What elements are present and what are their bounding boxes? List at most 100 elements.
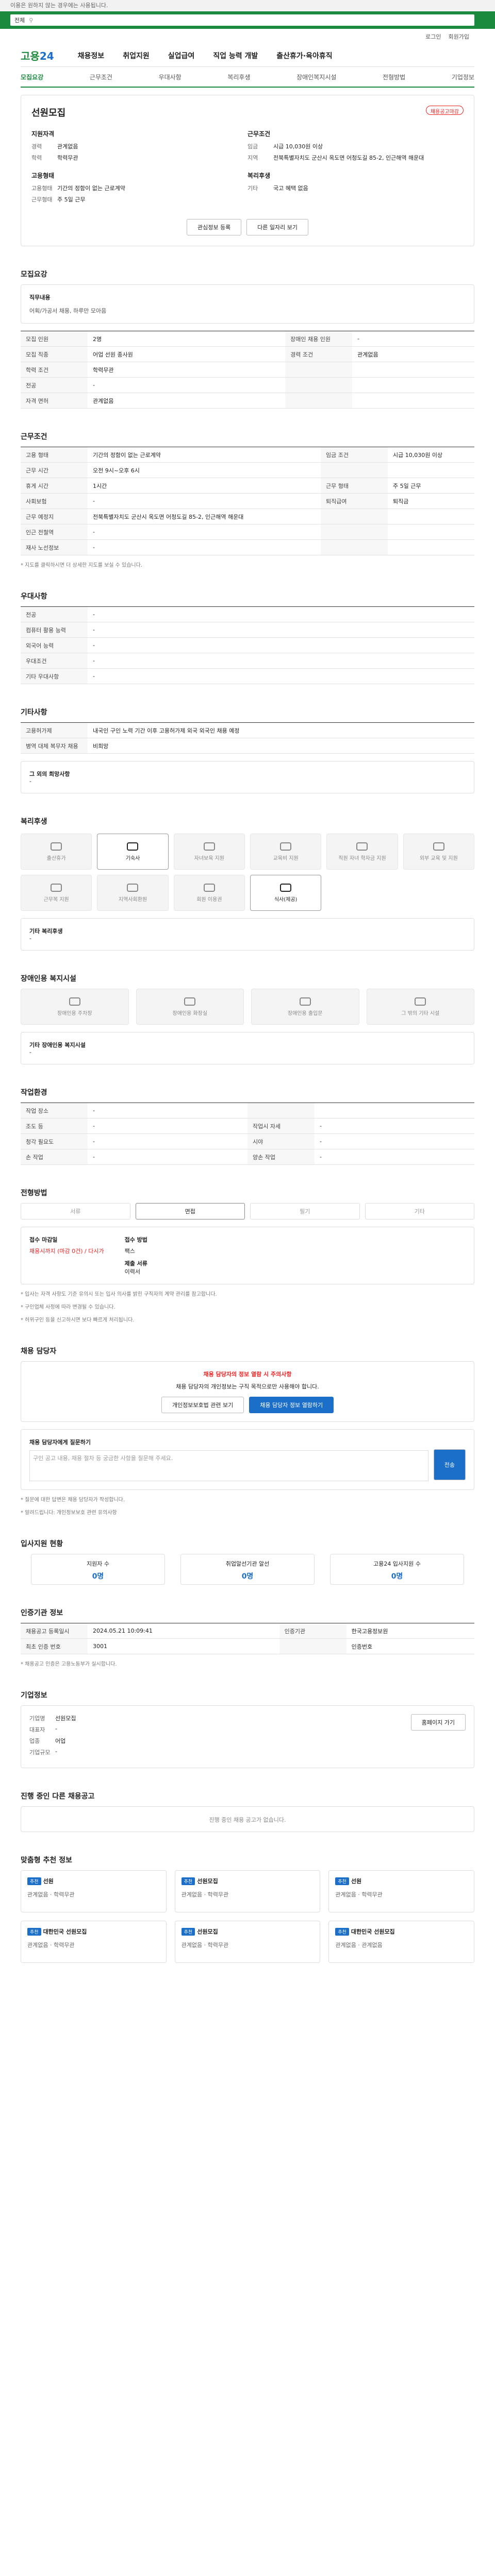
- row-value: 어업 선원 종사원: [88, 346, 286, 362]
- row-value: 비희망: [88, 738, 474, 754]
- welfare-extra: 기타 복리후생 -: [21, 918, 474, 951]
- row-value: -: [55, 1748, 57, 1755]
- welfare-icon: [51, 842, 62, 851]
- row-label: 경력 조건: [285, 346, 353, 362]
- process-step: 면접: [135, 1203, 245, 1219]
- recommend-card[interactable]: 추천 대한민국 선원모집 관계없음 · 관계없음: [328, 1921, 474, 1963]
- nav-jobs[interactable]: 채용정보: [78, 50, 105, 61]
- nav-support[interactable]: 취업지원: [123, 50, 150, 61]
- table-row: 학력 조건 학력무관: [21, 362, 474, 378]
- row-label: 사회보험: [21, 493, 88, 509]
- recommend-exp: 관계없음: [335, 1942, 356, 1948]
- row-label: [320, 539, 388, 555]
- recommend-card[interactable]: 추천 선원 관계없음 · 학력무관: [21, 1870, 167, 1912]
- login-link[interactable]: 로그인: [425, 32, 441, 41]
- table-row: 근무 예정지 전북특별자치도 군산시 옥도면 어청도길 85-2, 인근해역 해운…: [21, 509, 474, 524]
- tab-welfare[interactable]: 복리후생: [227, 73, 250, 81]
- row-label: 휴게 시간: [21, 478, 88, 494]
- tab-recruit[interactable]: 모집요강: [21, 73, 43, 81]
- tab-process[interactable]: 전형방법: [383, 73, 405, 81]
- recommend-title: 선원: [43, 1878, 54, 1885]
- section-welfare-title: 복리후생: [21, 818, 47, 826]
- search-icon[interactable]: ⚲: [29, 17, 33, 24]
- section-other-title: 진행 중인 다른 채용공고: [21, 1792, 95, 1801]
- row-value: -: [88, 668, 474, 684]
- welfare-icon: [203, 842, 215, 851]
- process-steps: 서류 면접 필기 기타: [21, 1203, 474, 1219]
- table-row: 컴퓨터 활용 능력 -: [21, 622, 474, 638]
- welfare-icon: [203, 883, 215, 892]
- homepage-button[interactable]: 홈페이지 가기: [410, 1714, 466, 1731]
- nav-unemployment[interactable]: 실업급여: [168, 50, 195, 61]
- row-label: 전공: [21, 606, 88, 622]
- recommend-head: 추천 선원: [27, 1877, 160, 1885]
- tab-work[interactable]: 근무조건: [90, 73, 112, 81]
- contact-alert: 채용 담당자의 정보 열람 시 주의사항 채용 담당자의 개인정보는 구직 목적…: [21, 1361, 474, 1422]
- section-facility-title: 장애인용 복지시설: [21, 975, 76, 983]
- tab-prefer[interactable]: 우대사항: [159, 73, 182, 81]
- recommend-head: 추천 대한민국 선원모집: [27, 1927, 160, 1936]
- recommend-card[interactable]: 추천 대한민국 선원모집 관계없음 · 학력무관: [21, 1921, 167, 1963]
- table-row: 기타 우대사항 -: [21, 668, 474, 684]
- recommend-tag: 추천: [335, 1877, 349, 1885]
- process-step: 필기: [250, 1203, 360, 1219]
- row-value: -: [352, 331, 474, 347]
- row-value: 인증번호: [346, 1638, 474, 1654]
- row-value: 관계없음: [352, 346, 474, 362]
- row-value: 1시간: [88, 478, 321, 494]
- tab-company[interactable]: 기업정보: [452, 73, 474, 81]
- welfare-icon: [356, 842, 368, 851]
- section-etc-title: 기타사항: [21, 708, 47, 717]
- table-row: 청각 필요도 - 시야 -: [21, 1133, 474, 1149]
- row-label: 대표자: [29, 1726, 45, 1733]
- search-select[interactable]: 전체: [14, 16, 25, 24]
- row-label: 손 작업: [21, 1149, 88, 1165]
- recommend-exp: 관계없음: [181, 1942, 203, 1948]
- recommend-card[interactable]: 추천 선원모집 관계없음 · 학력무관: [174, 1921, 321, 1963]
- row-label: 기업명: [29, 1715, 45, 1722]
- table-row: 자격 면허 관계없음: [21, 393, 474, 409]
- send-button[interactable]: 전송: [433, 1449, 466, 1480]
- facility-item: 장애인용 주차장: [21, 989, 129, 1025]
- row-label: 장애인 채용 인원: [285, 331, 353, 347]
- section-env-title: 작업환경: [21, 1089, 47, 1097]
- search-box[interactable]: 전체 ⚲: [10, 14, 474, 26]
- table-row: 외국어 능력 -: [21, 637, 474, 653]
- row-label: [320, 509, 388, 524]
- welfare-item: 근무복 지원: [21, 875, 92, 911]
- cert-table: 채용공고 등록일시 2024.05.21 10:09:41 인증기관 한국고용정보원 최…: [21, 1623, 474, 1654]
- logo[interactable]: 고용24: [21, 48, 54, 63]
- recommend-head: 추천 선원: [335, 1877, 468, 1885]
- row-label: [320, 462, 388, 478]
- row-value: 주 5일 근무: [387, 478, 474, 494]
- row-label: 작업 장소: [21, 1103, 88, 1118]
- recommend-edu: 학력무관: [53, 1942, 75, 1948]
- interest-button[interactable]: 관심정보 등록: [186, 219, 242, 235]
- row-label: 조도 등: [21, 1118, 88, 1134]
- table-row: 고용 형태 기간의 정함이 없는 근로계약 임금 조건 시급 10,030원 이상: [21, 447, 474, 463]
- facility-item: 장애인용 출입문: [251, 989, 359, 1025]
- table-row: 인근 전철역 -: [21, 524, 474, 540]
- facility-item: 그 밖의 기타 시설: [366, 989, 474, 1025]
- nav-training[interactable]: 직업 능력 개발: [213, 50, 258, 61]
- row-label: [285, 377, 353, 393]
- detail-tabs: 모집요강 근무조건 우대사항 복리후생 장애인복지시설 전형방법 기업정보: [21, 67, 474, 88]
- welfare-icon: [51, 883, 62, 892]
- tab-facility[interactable]: 장애인복지시설: [296, 73, 336, 81]
- question-input[interactable]: 구인 공고 내용, 채용 절차 등 궁금한 사항을 질문해 주세요.: [29, 1450, 428, 1481]
- other-jobs-button[interactable]: 다른 일자리 보기: [246, 219, 309, 235]
- row-value: -: [55, 1725, 57, 1732]
- recommend-card[interactable]: 추천 선원모집 관계없음 · 학력무관: [174, 1870, 321, 1912]
- row-label: 청각 필요도: [21, 1133, 88, 1149]
- view-contact-button[interactable]: 채용 담당자 정보 열람하기: [249, 1397, 334, 1413]
- nav-leave[interactable]: 출산휴가·육아휴직: [276, 50, 332, 61]
- recommend-title: 선원모집: [197, 1878, 218, 1885]
- recommend-card[interactable]: 추천 선원 관계없음 · 학력무관: [328, 1870, 474, 1912]
- row-value: 시급 10,030원 이상: [387, 447, 474, 463]
- row-label: 최초 인증 번호: [21, 1638, 88, 1654]
- row-label: 임금 조건: [320, 447, 388, 463]
- welfare-item: 교육비 지원: [250, 834, 322, 870]
- signup-link[interactable]: 회원가입: [449, 32, 469, 41]
- row-value: -: [88, 493, 321, 509]
- privacy-button[interactable]: 개인정보보호법 관련 보기: [161, 1397, 244, 1413]
